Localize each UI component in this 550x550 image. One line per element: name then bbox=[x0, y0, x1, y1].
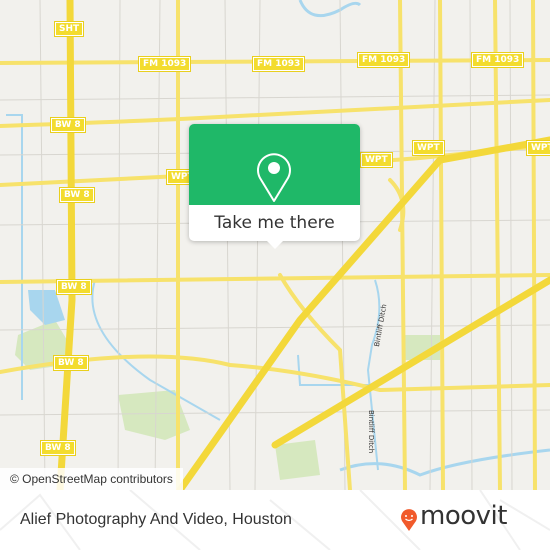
location-popup: Take me there bbox=[189, 124, 360, 249]
road-shield: SHT bbox=[53, 21, 85, 37]
road-shield: WPT bbox=[360, 152, 393, 168]
footer-bar: Alief Photography And Video, Houston moo… bbox=[0, 490, 550, 550]
map-canvas[interactable]: SHT FM 1093 FM 1093 FM 1093 FM 1093 BW 8… bbox=[0, 0, 550, 490]
road-shield: BW 8 bbox=[40, 440, 76, 456]
park bbox=[275, 440, 320, 480]
map-pin-icon bbox=[257, 153, 291, 202]
popup-header bbox=[189, 124, 360, 205]
road-shield: FM 1093 bbox=[251, 56, 306, 72]
place-name: Alief Photography And Video, Houston bbox=[20, 511, 292, 528]
road-shield: BW 8 bbox=[56, 279, 92, 295]
road-shield: WPT bbox=[412, 140, 445, 156]
waterway-label: Bintliff Ditch bbox=[367, 410, 375, 454]
road-shield: FM 1093 bbox=[137, 56, 192, 72]
road-shield: FM 1093 bbox=[470, 52, 525, 68]
map-attribution[interactable]: © OpenStreetMap contributors bbox=[0, 468, 183, 490]
lake bbox=[28, 290, 65, 325]
brand-name: moovit bbox=[420, 501, 507, 531]
road-shield: BW 8 bbox=[50, 117, 86, 133]
road-shield: WPT bbox=[526, 140, 550, 156]
road-shield: FM 1093 bbox=[356, 52, 411, 68]
road-shield: BW 8 bbox=[59, 187, 95, 203]
popup-pointer bbox=[266, 240, 284, 249]
take-me-there-button[interactable]: Take me there bbox=[189, 205, 360, 241]
moovit-pin-icon bbox=[401, 509, 417, 531]
road-shield: BW 8 bbox=[53, 355, 89, 371]
road-sht bbox=[56, 0, 76, 490]
